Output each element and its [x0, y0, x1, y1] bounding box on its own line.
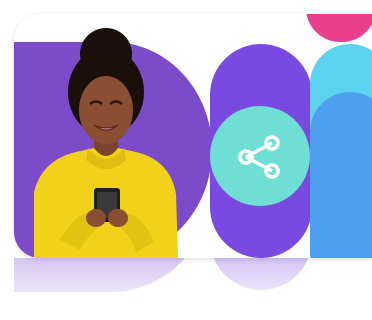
- hero-graphic-card: [0, 0, 372, 320]
- photo-panel: [14, 28, 212, 258]
- hero-scene: [14, 14, 372, 258]
- blue-pill-shape: [310, 92, 372, 258]
- share-badge: [210, 106, 310, 206]
- hero-reflection: [14, 258, 372, 320]
- pink-pill-shape: [306, 14, 372, 42]
- hero-illustration: [14, 14, 372, 258]
